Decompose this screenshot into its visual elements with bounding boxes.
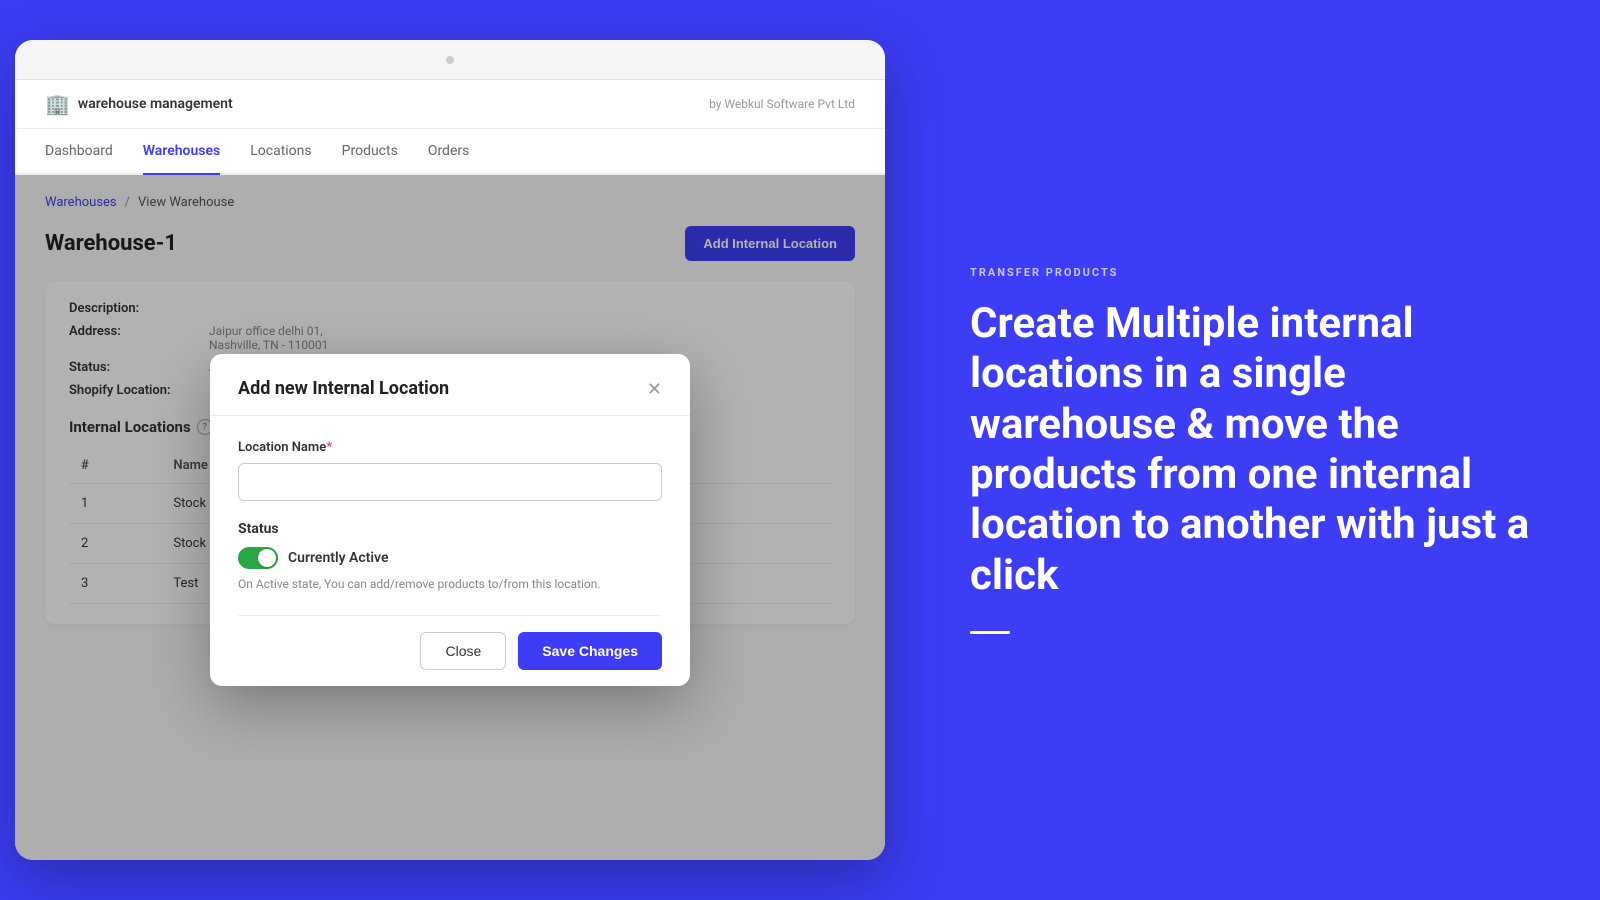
nav-products[interactable]: Products bbox=[342, 129, 398, 173]
toggle-row: Currently Active bbox=[238, 547, 662, 569]
modal-body: Location Name* Status Currently Active O… bbox=[210, 416, 690, 615]
nav-warehouses[interactable]: Warehouses bbox=[143, 129, 221, 173]
nav-locations[interactable]: Locations bbox=[250, 129, 311, 173]
window-bar bbox=[15, 40, 885, 80]
close-button[interactable]: Close bbox=[420, 632, 506, 670]
status-toggle[interactable] bbox=[238, 547, 278, 569]
app-content: Warehouses / View Warehouse Warehouse-1 … bbox=[15, 175, 885, 860]
modal-dialog: Add new Internal Location ✕ Location Nam… bbox=[210, 354, 690, 686]
right-panel-tag: TRANSFER PRODUCTS bbox=[970, 266, 1530, 279]
modal-header: Add new Internal Location ✕ bbox=[210, 354, 690, 416]
right-panel-heading: Create Multiple internal locations in a … bbox=[970, 299, 1530, 601]
modal-title: Add new Internal Location bbox=[238, 378, 449, 399]
status-section-title: Status bbox=[238, 521, 662, 537]
status-hint: On Active state, You can add/remove prod… bbox=[238, 577, 662, 591]
status-section: Status Currently Active On Active state,… bbox=[238, 521, 662, 591]
app-nav: Dashboard Warehouses Locations Products … bbox=[15, 129, 885, 175]
location-name-label: Location Name* bbox=[238, 440, 662, 455]
app-header: 🏢 warehouse management by Webkul Softwar… bbox=[15, 80, 885, 129]
logo-icon: 🏢 bbox=[45, 92, 70, 116]
right-panel-divider bbox=[970, 631, 1010, 634]
app-window: 🏢 warehouse management by Webkul Softwar… bbox=[15, 40, 885, 860]
modal-overlay: Add new Internal Location ✕ Location Nam… bbox=[15, 175, 885, 860]
toggle-label: Currently Active bbox=[288, 550, 388, 566]
save-changes-button[interactable]: Save Changes bbox=[518, 632, 662, 670]
app-logo: 🏢 warehouse management bbox=[45, 92, 233, 116]
nav-orders[interactable]: Orders bbox=[428, 129, 470, 173]
right-panel: TRANSFER PRODUCTS Create Multiple intern… bbox=[900, 0, 1600, 900]
app-by-text: by Webkul Software Pvt Ltd bbox=[709, 97, 855, 111]
modal-close-button[interactable]: ✕ bbox=[647, 380, 662, 398]
modal-footer: Close Save Changes bbox=[210, 616, 690, 686]
window-dot bbox=[446, 56, 454, 64]
logo-text: warehouse management bbox=[78, 96, 233, 112]
location-name-input[interactable] bbox=[238, 463, 662, 501]
nav-dashboard[interactable]: Dashboard bbox=[45, 129, 113, 173]
